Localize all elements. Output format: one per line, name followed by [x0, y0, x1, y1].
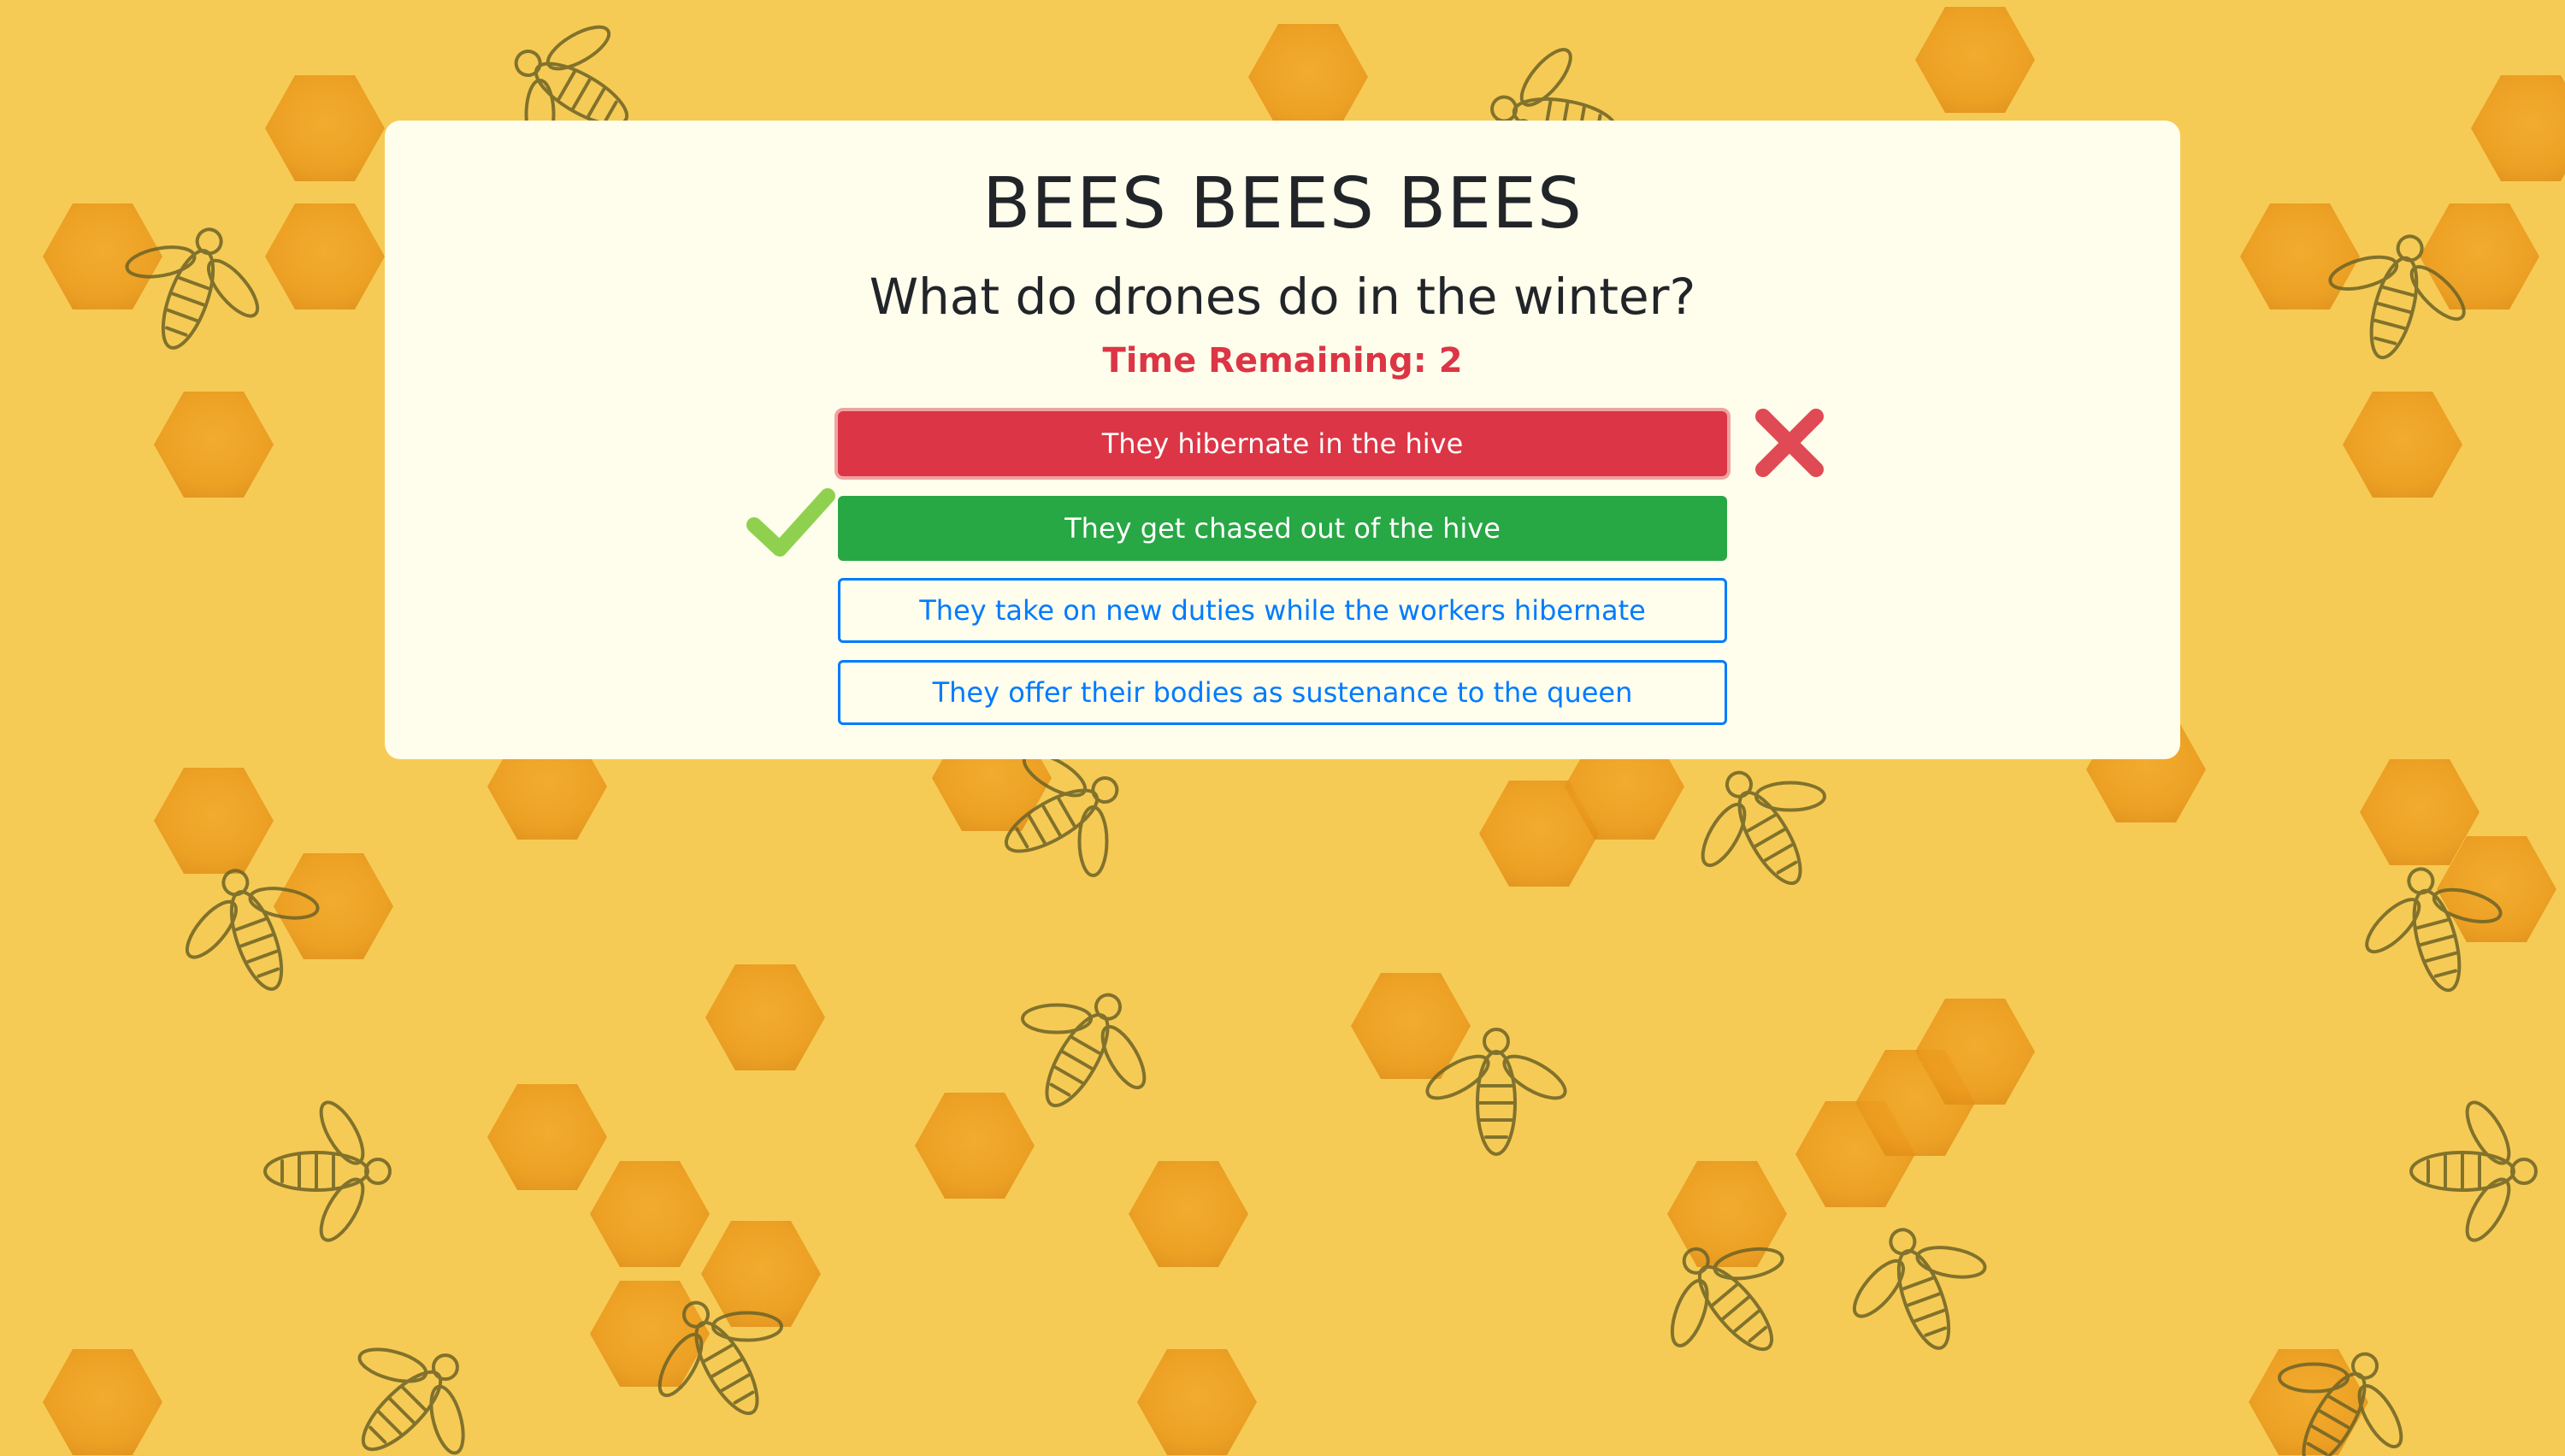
timer-label: Time Remaining:: [1102, 341, 1427, 380]
question-text: What do drones do in the winter?: [869, 268, 1696, 326]
timer: Time Remaining: 2: [385, 341, 2180, 380]
timer-value: 2: [1438, 341, 1463, 380]
answer-button-3[interactable]: They take on new duties while the worker…: [838, 578, 1727, 643]
answer-button-2[interactable]: They get chased out of the hive: [838, 496, 1727, 561]
x-mark-icon: [1755, 409, 1824, 477]
answer-button-4[interactable]: They offer their bodies as sustenance to…: [838, 660, 1727, 725]
app-title: BEES BEES BEES: [982, 163, 1583, 245]
answer-button-1[interactable]: They hibernate in the hive: [838, 411, 1727, 476]
check-mark-icon: [746, 488, 835, 557]
quiz-card: BEES BEES BEES What do drones do in the …: [385, 121, 2180, 759]
